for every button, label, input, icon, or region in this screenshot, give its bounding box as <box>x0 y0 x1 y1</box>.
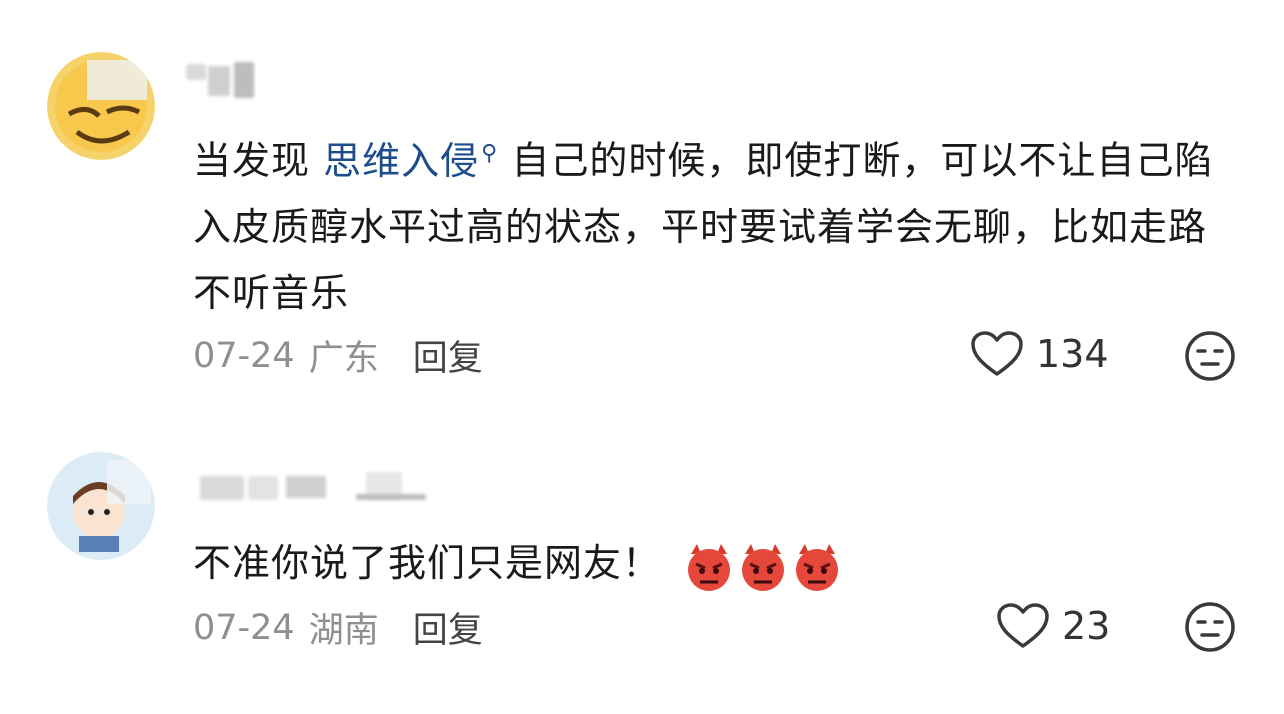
heart-icon <box>997 603 1049 648</box>
angry-devil-emoji <box>796 543 839 591</box>
search-icon: ⚲ <box>481 141 499 166</box>
comment-location: 广东 <box>308 339 379 379</box>
username-blurred[interactable] <box>186 60 270 98</box>
neutral-face-icon <box>1185 602 1235 652</box>
avatar-image <box>47 452 155 560</box>
angry-devil-emoji <box>688 543 731 591</box>
avatar-image <box>47 52 155 160</box>
comment-item: 当发现 思维入侵⚲ 自己的时候，即使打断，可以不让自己陷入皮质醇水平过高的状态，… <box>0 0 1284 420</box>
comment-item: 不准你说了我们只是网友！ 07-24 湖南 回复 23 <box>0 440 1284 714</box>
topic-label: 思维入侵 <box>323 138 480 183</box>
comment-meta: 07-24 广东 回复 <box>193 330 483 381</box>
comment-text-part: 当发现 <box>193 138 324 183</box>
comment-meta: 07-24 湖南 回复 <box>193 602 483 653</box>
comment-location: 湖南 <box>308 611 379 651</box>
comment-text-part: 不准你说了我们只是网友！ <box>193 541 662 585</box>
angry-devil-emoji <box>742 543 785 591</box>
like-button[interactable]: 23 <box>996 602 1110 650</box>
neutral-face-icon <box>1185 331 1235 381</box>
heart-icon <box>971 331 1023 376</box>
comment-date: 07-24 <box>193 607 295 648</box>
avatar[interactable] <box>47 452 155 560</box>
comment-text: 当发现 思维入侵⚲ 自己的时候，即使打断，可以不让自己陷入皮质醇水平过高的状态，… <box>193 121 1234 326</box>
reply-button[interactable]: 回复 <box>413 602 483 653</box>
reply-button[interactable]: 回复 <box>413 330 483 381</box>
like-count: 134 <box>1036 332 1109 376</box>
avatar[interactable] <box>47 52 155 160</box>
comment-list: 当发现 思维入侵⚲ 自己的时候，即使打断，可以不让自己陷入皮质醇水平过高的状态，… <box>0 0 1284 714</box>
username-blurred[interactable] <box>186 468 436 504</box>
emoji-reaction-button[interactable] <box>1184 330 1236 382</box>
like-count: 23 <box>1062 604 1111 648</box>
topic-link[interactable]: 思维入侵⚲ <box>323 139 498 183</box>
like-button[interactable]: 134 <box>970 330 1109 378</box>
emoji-reaction-button[interactable] <box>1184 601 1236 653</box>
comment-date: 07-24 <box>193 335 295 376</box>
comment-text: 不准你说了我们只是网友！ <box>193 530 1234 596</box>
